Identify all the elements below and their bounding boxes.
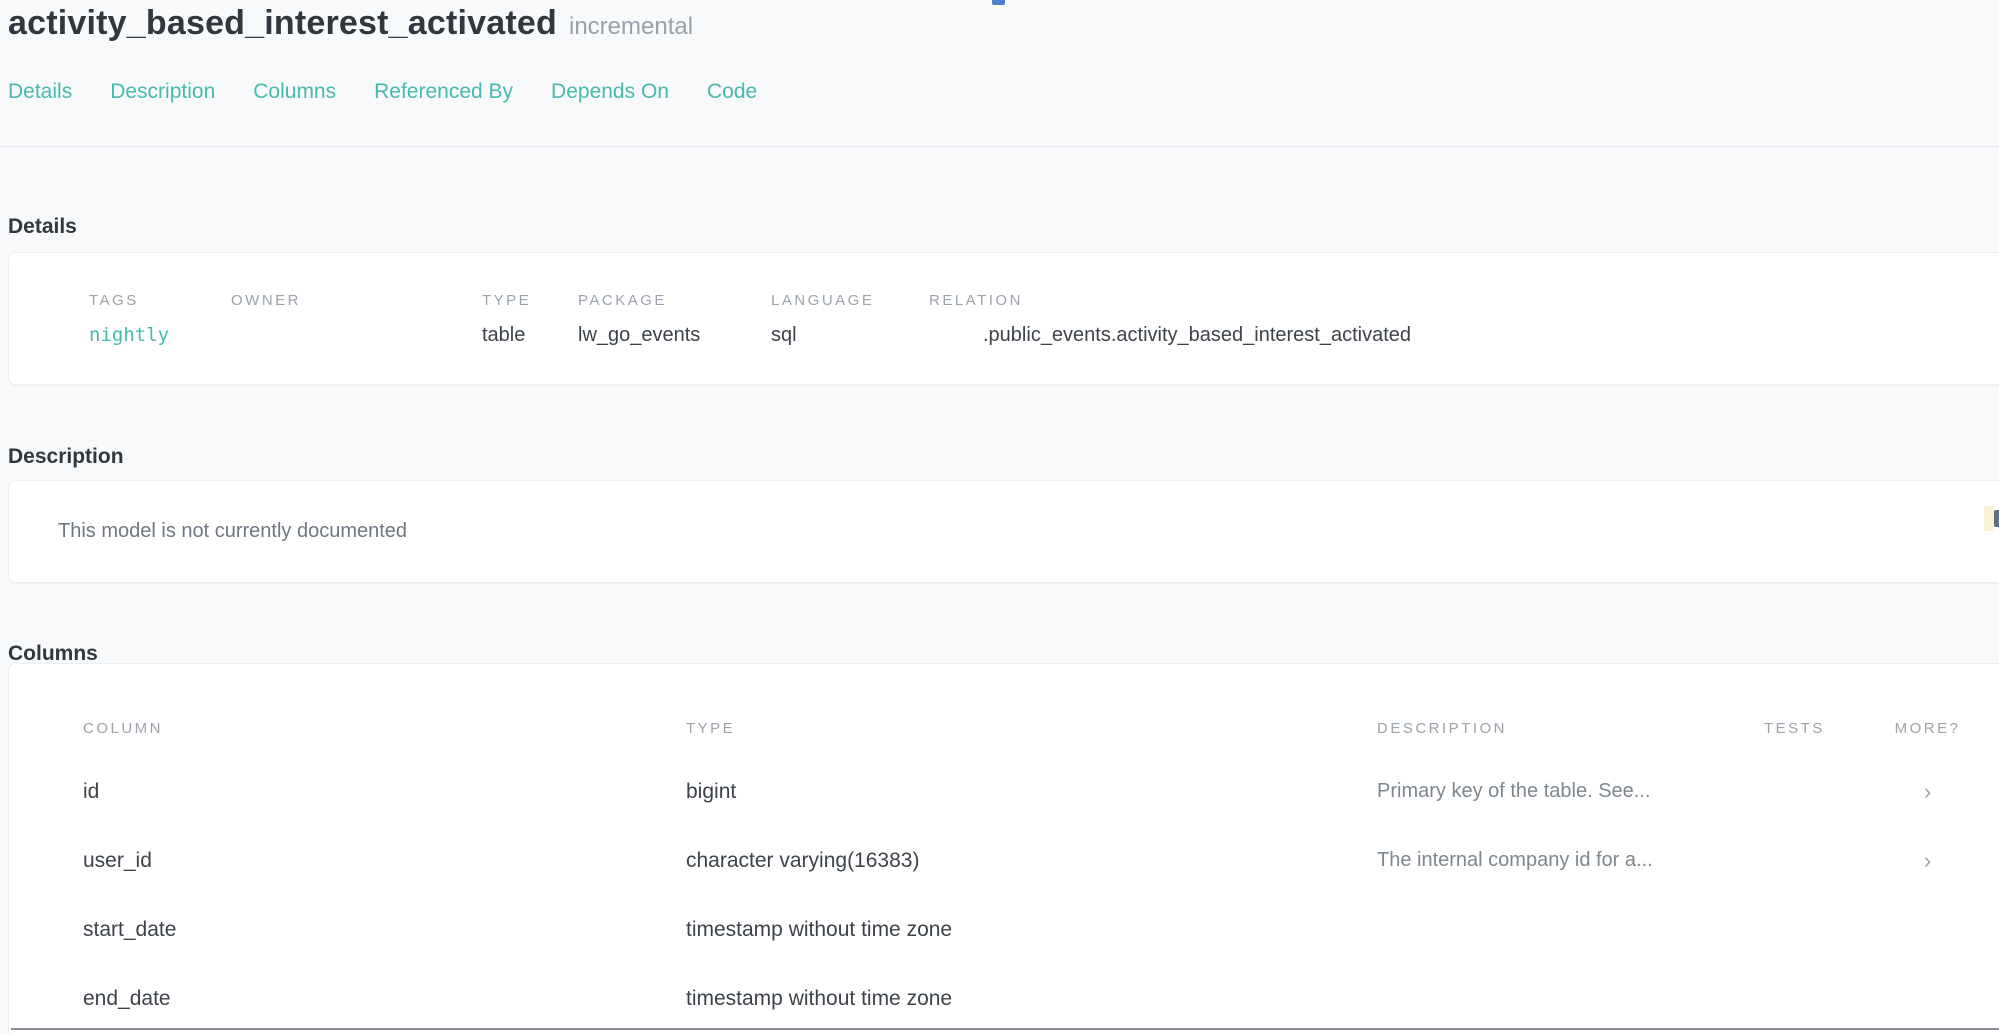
- description-placeholder-text: This model is not currently documented: [58, 520, 407, 543]
- cell-column-description: The internal company id for a...: [1377, 849, 1764, 872]
- row-divider-line: [11, 1028, 1999, 1030]
- chevron-right-icon[interactable]: ›: [1924, 848, 1931, 873]
- tag-link-nightly[interactable]: nightly: [89, 324, 169, 346]
- page-title: activity_based_interest_activated: [8, 4, 557, 42]
- field-package-label: PACKAGE: [578, 293, 771, 308]
- table-row-start-date[interactable]: start_date timestamp without time zone: [9, 895, 1999, 964]
- table-row-end-date[interactable]: end_date timestamp without time zone: [9, 964, 1999, 1033]
- field-relation-value: .public_events.activity_based_interest_a…: [929, 324, 1999, 346]
- details-section-heading: Details: [8, 215, 77, 239]
- description-section-heading: Description: [8, 445, 124, 469]
- table-row-user-id[interactable]: user_id character varying(16383) The int…: [9, 826, 1999, 895]
- tab-details[interactable]: Details: [8, 80, 72, 104]
- header-tests: TESTS: [1764, 721, 1889, 736]
- cell-column-name: user_id: [83, 849, 686, 873]
- tab-description[interactable]: Description: [110, 80, 215, 104]
- field-owner-label: OWNER: [231, 293, 482, 308]
- field-owner: OWNER: [231, 293, 482, 346]
- details-card: TAGS nightly OWNER TYPE table PACKAGE lw…: [8, 252, 1999, 385]
- page-header: activity_based_interest_activated increme…: [8, 4, 693, 43]
- chevron-right-icon[interactable]: ›: [1924, 779, 1931, 804]
- field-type-label: TYPE: [482, 293, 578, 308]
- header-divider: [0, 146, 1999, 147]
- field-relation: RELATION .public_events.activity_based_i…: [929, 293, 1999, 346]
- cropped-edge-element-fragment: [1994, 510, 1999, 527]
- table-row-id[interactable]: id bigint Primary key of the table. See.…: [9, 757, 1999, 826]
- field-type-value: table: [482, 324, 578, 346]
- tab-code[interactable]: Code: [707, 80, 757, 104]
- materialization-badge: incremental: [569, 13, 693, 40]
- cell-column-name: start_date: [83, 918, 686, 942]
- tab-referenced-by[interactable]: Referenced By: [374, 80, 513, 104]
- field-relation-label: RELATION: [929, 293, 1999, 308]
- cell-column-name: id: [83, 780, 686, 804]
- field-type: TYPE table: [482, 293, 578, 346]
- header-description: DESCRIPTION: [1377, 721, 1764, 736]
- field-tags: TAGS nightly: [89, 293, 231, 346]
- cell-column-type: timestamp without time zone: [686, 918, 1377, 942]
- field-package: PACKAGE lw_go_events: [578, 293, 771, 346]
- field-language-value: sql: [771, 324, 929, 346]
- field-language: LANGUAGE sql: [771, 293, 929, 346]
- field-package-value: lw_go_events: [578, 324, 771, 346]
- cell-column-description: Primary key of the table. See...: [1377, 780, 1764, 803]
- cell-column-type: bigint: [686, 780, 1377, 804]
- cropped-top-element-fragment: [992, 0, 1005, 5]
- columns-card: COLUMN TYPE DESCRIPTION TESTS MORE? id b…: [8, 663, 1999, 1034]
- header-column: COLUMN: [83, 721, 686, 736]
- cell-column-type: timestamp without time zone: [686, 987, 1377, 1011]
- model-docs-page: activity_based_interest_activated increme…: [0, 0, 1999, 1034]
- field-language-label: LANGUAGE: [771, 293, 929, 308]
- description-card: This model is not currently documented: [8, 480, 1999, 583]
- header-more: MORE?: [1889, 721, 1966, 736]
- tab-depends-on[interactable]: Depends On: [551, 80, 669, 104]
- columns-table-header: COLUMN TYPE DESCRIPTION TESTS MORE?: [9, 664, 1999, 736]
- tab-columns[interactable]: Columns: [253, 80, 336, 104]
- section-nav: Details Description Columns Referenced B…: [8, 80, 757, 104]
- field-tags-label: TAGS: [89, 293, 231, 308]
- field-owner-value: [231, 324, 482, 346]
- cell-column-type: character varying(16383): [686, 849, 1377, 873]
- details-fields: TAGS nightly OWNER TYPE table PACKAGE lw…: [9, 253, 1999, 346]
- cropped-edge-element-fragment: [1984, 506, 1994, 531]
- cell-column-name: end_date: [83, 987, 686, 1011]
- header-type: TYPE: [686, 721, 1377, 736]
